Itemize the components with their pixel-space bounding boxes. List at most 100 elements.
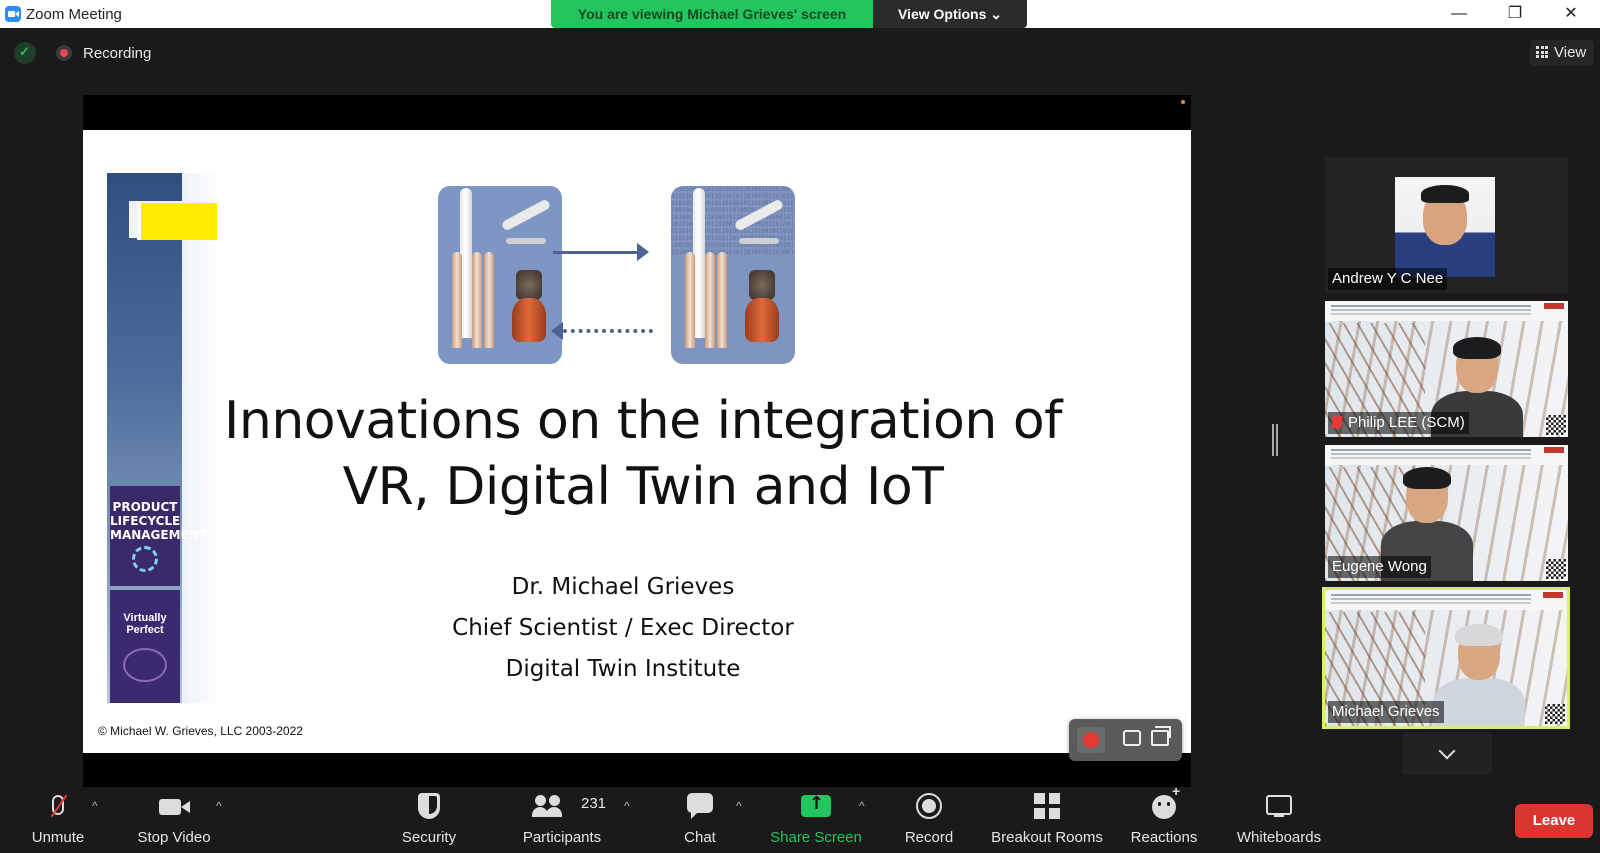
viewing-screen-banner: You are viewing Michael Grieves' screen: [551, 0, 873, 28]
participant-count: 231: [581, 795, 607, 812]
share-screen-label: Share Screen: [770, 829, 862, 846]
share-screen-arrow-icon: [801, 793, 831, 817]
participant-tile[interactable]: Philip LEE (SCM): [1325, 301, 1568, 437]
participants-options-caret-icon[interactable]: ^: [624, 799, 630, 813]
lifecycle-circle-icon: [132, 546, 158, 572]
background-header-text: [1331, 449, 1531, 451]
booster-icon: [717, 252, 727, 348]
booster-icon: [472, 252, 482, 348]
background-header-text: [1331, 594, 1531, 596]
physical-product-panel: [438, 186, 562, 364]
background-logo: [1544, 447, 1564, 453]
unmute-button[interactable]: Unmute: [20, 787, 96, 853]
stop-video-label: Stop Video: [137, 829, 211, 846]
restore-button[interactable]: ❐: [1492, 0, 1538, 28]
participant-name: Michael Grieves: [1328, 701, 1444, 723]
reactions-label: Reactions: [1130, 829, 1198, 846]
background-logo: [1544, 303, 1564, 309]
data-flow-arrow-right: [553, 243, 649, 261]
participant-name: Philip LEE (SCM): [1348, 414, 1465, 431]
participants-label: Participants: [522, 829, 602, 846]
unmute-label: Unmute: [31, 829, 85, 846]
participant-name: Andrew Y C Nee: [1328, 268, 1448, 290]
chat-options-caret-icon[interactable]: ^: [736, 799, 742, 813]
participants-button[interactable]: 231 Participants: [515, 787, 609, 853]
chat-button[interactable]: Chat: [670, 787, 730, 853]
chat-label: Chat: [684, 829, 716, 846]
chat-bubble-icon: [687, 793, 713, 819]
zoom-meeting-window: Zoom Meeting You are viewing Michael Gri…: [0, 0, 1600, 853]
title-bar: Zoom Meeting You are viewing Michael Gri…: [0, 0, 1600, 28]
recording-indicator-icon[interactable]: [56, 45, 72, 61]
grid-icon: [1536, 46, 1548, 58]
breakout-rooms-button[interactable]: Breakout Rooms: [984, 787, 1110, 853]
whiteboards-label: Whiteboards: [1236, 829, 1322, 846]
virtual-product-panel: 0110100101011010010110100110101001010110…: [671, 186, 795, 364]
qr-code-icon: [1546, 559, 1566, 579]
stop-video-button[interactable]: Stop Video: [130, 787, 218, 853]
book-cover-virtually-perfect: Virtually Perfect: [110, 590, 180, 703]
share-screen-button[interactable]: Share Screen: [768, 787, 864, 853]
slide-author-name: Dr. Michael Grieves: [511, 574, 735, 600]
participants-icon: [532, 795, 562, 817]
slide-copyright: © Michael W. Grieves, LLC 2003-2022: [98, 724, 303, 738]
zoom-logo-icon: [5, 6, 21, 22]
minimize-button[interactable]: —: [1436, 0, 1482, 28]
view-label: View: [1554, 44, 1587, 61]
muted-mic-icon: [1332, 415, 1342, 429]
slide-author-org: Digital Twin Institute: [505, 656, 741, 682]
muted-mic-icon: [52, 795, 64, 815]
space-shuttle-icon: [500, 198, 552, 232]
participant-name-tag: Philip LEE (SCM): [1328, 412, 1469, 434]
record-label: Record: [904, 829, 954, 846]
background-header-text: [1331, 305, 1531, 307]
booster-icon: [705, 252, 715, 348]
participant-tile[interactable]: Eugene Wong: [1325, 445, 1568, 581]
encryption-shield-icon[interactable]: [14, 42, 36, 64]
booster-icon: [452, 252, 462, 348]
slide-title-line-2: VR, Digital Twin and IoT: [342, 457, 944, 517]
presenter-chat-icon[interactable]: [1123, 730, 1141, 746]
view-options-button[interactable]: View Options ⌄: [873, 0, 1027, 28]
whiteboards-button[interactable]: Whiteboards: [1226, 787, 1332, 853]
record-button[interactable]: Record: [894, 787, 964, 853]
shared-screen: PRODUCT LIFECYCLE MANAGEMENT Virtually P…: [83, 95, 1191, 787]
window-title: Zoom Meeting: [26, 6, 122, 23]
rocket-engine-icon: [510, 270, 548, 342]
slide-author-role: Chief Scientist / Exec Director: [452, 615, 794, 641]
presenter-mic-icon[interactable]: [1077, 727, 1105, 753]
presenter-window-icon[interactable]: [1151, 726, 1171, 746]
background-logo: [1543, 592, 1563, 598]
video-options-caret-icon[interactable]: ^: [216, 799, 222, 813]
shuttle-wing-icon: [739, 238, 779, 244]
meeting-toolbar: Unmute ^ Stop Video ^ Security 231 Parti…: [0, 783, 1600, 853]
close-button[interactable]: ✕: [1548, 0, 1594, 28]
participant-tile-active-speaker[interactable]: Michael Grieves: [1322, 587, 1570, 729]
data-flow-arrow-left-dotted: [551, 322, 653, 340]
view-layout-button[interactable]: View: [1530, 40, 1594, 66]
book-cover-plm: PRODUCT LIFECYCLE MANAGEMENT: [110, 486, 207, 586]
video-camera-icon: [159, 799, 190, 815]
share-options-caret-icon[interactable]: ^: [859, 799, 865, 813]
yellow-highlight-box: [137, 203, 217, 240]
security-button[interactable]: Security: [394, 787, 464, 853]
globe-icon: [123, 648, 167, 682]
slide-title-line-1: Innovations on the integration of: [224, 391, 1062, 451]
participant-tile[interactable]: Andrew Y C Nee: [1325, 157, 1568, 293]
record-icon: [916, 793, 942, 819]
presenter-toolbar: [1069, 719, 1182, 761]
scroll-participants-down-button[interactable]: [1402, 733, 1492, 775]
qr-code-icon: [1545, 704, 1565, 724]
share-indicator-dot: [1181, 100, 1185, 104]
panel-resize-handle[interactable]: [1272, 424, 1278, 456]
participant-photo: [1395, 177, 1495, 277]
breakout-rooms-icon: [1034, 793, 1060, 819]
booster-icon: [685, 252, 695, 348]
smiley-reaction-icon: [1152, 783, 1180, 819]
leave-meeting-button[interactable]: Leave: [1515, 804, 1593, 838]
audio-options-caret-icon[interactable]: ^: [92, 799, 98, 813]
reactions-button[interactable]: Reactions: [1122, 783, 1206, 853]
recording-label: Recording: [83, 45, 152, 62]
security-label: Security: [401, 829, 457, 846]
slide-title: Innovations on the integration of VR, Di…: [203, 388, 1083, 520]
